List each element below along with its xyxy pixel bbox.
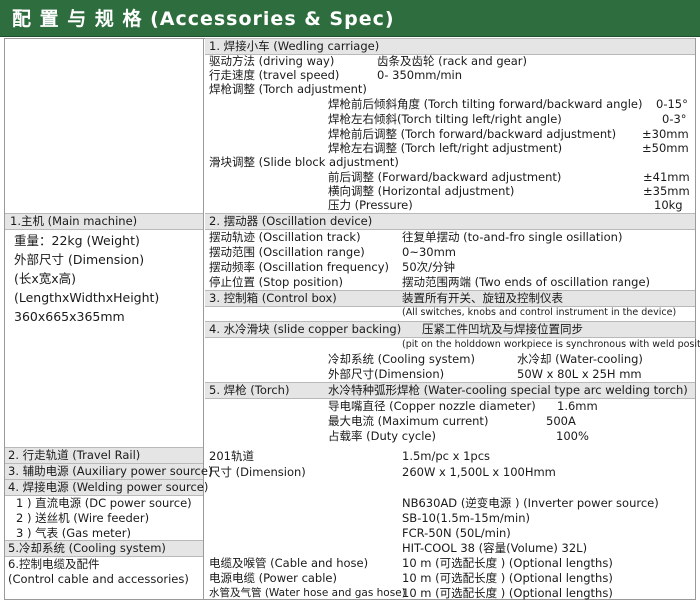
pressure-label: 压力 (Pressure) <box>328 198 413 212</box>
copper-desc-en: (pit on the holddown workpiece is synchr… <box>402 339 700 350</box>
power-cable-value: 10 m (可选配长度 ) (Optional lengths) <box>402 571 613 585</box>
torch-nozzle-value: 1.6mm <box>557 399 598 413</box>
slide-h-value: ±35mm <box>643 184 690 198</box>
adjust-lr-label: 焊枪左右调整 (Torch left/right adjustment) <box>328 141 563 155</box>
adjust-fb-value: ±30mm <box>642 127 689 141</box>
travel-speed-label: 行走速度 (travel speed) <box>209 68 340 82</box>
dc-power-item: 1 ) 直流电源 (DC power source) <box>16 496 192 510</box>
column-divider <box>203 38 204 600</box>
copper-dimension-label: 外部尺寸(Dimension) <box>328 367 445 381</box>
dimension-en: (LengthxWidthxHeight) <box>14 290 160 305</box>
power-cable-label: 电源电缆 (Power cable) <box>209 571 337 585</box>
gas-meter-item: 3 ) 气表 (Gas meter) <box>16 526 131 540</box>
dimension-value: 360x665x365mm <box>14 309 125 324</box>
control-cable-heading-en: (Control cable and accessories) <box>8 572 189 586</box>
cable-hose-label: 电缆及喉管 (Cable and hose) <box>209 556 369 570</box>
tilt-lr-label: 焊枪左右倾斜(Torch tilting left/right angle) <box>328 112 562 126</box>
osc-stop-label: 停止位置 (Stop position) <box>209 275 343 289</box>
control-cable-heading-cn: 6.控制电缆及配件 <box>8 557 100 571</box>
torch-duty-value: 100% <box>556 429 589 443</box>
rail-qty: 1.5m/pc x 1pcs <box>402 449 491 463</box>
torch-desc: 水冷特种弧形焊枪 (Water-cooling special type arc… <box>328 383 688 397</box>
welding-power-heading: 4. 焊接电源 (Welding power source) <box>8 480 209 494</box>
torch-heading: 5. 焊枪 (Torch) <box>209 383 290 397</box>
torch-nozzle-label: 导电嘴直径 (Copper nozzle diameter) <box>328 399 536 413</box>
driving-way-label: 驱动方法 (driving way) <box>209 54 335 68</box>
torch-adjustment-label: 焊枪调整 (Torch adjustment) <box>209 82 367 96</box>
gas-meter-value: FCR-50N (50L/min) <box>402 526 511 540</box>
tilt-lr-value: 0-3° <box>662 112 687 126</box>
inverter-power-value: NB630AD (逆变电源 ) (Inverter power source) <box>402 496 659 510</box>
water-gas-hose-value: 10 m (可选配长度 ) (Optional lengths) <box>402 586 613 600</box>
cooling-system-heading: 5.冷却系统 (Cooling system) <box>8 541 166 555</box>
control-box-heading: 3. 控制箱 (Control box) <box>209 291 337 305</box>
pressure-value: 10kg <box>654 198 683 212</box>
osc-range-value: 0~30mm <box>402 245 456 259</box>
main-machine-heading: 1.主机 (Main machine) <box>10 214 138 228</box>
control-box-desc-cn: 装置所有开关、旋钮及控制仪表 <box>402 291 563 305</box>
dimension-label: 外部尺寸 (Dimension) <box>14 252 145 267</box>
wire-feeder-value: SB-10(1.5m-15m/min) <box>402 511 530 525</box>
dimension-cn: (长x宽x高) <box>14 271 77 286</box>
slide-h-label: 横向调整 (Horizontal adjustment) <box>328 184 515 198</box>
page-title: 配 置 与 规 格 (Accessories & Spec) <box>12 8 395 30</box>
adjust-fb-label: 焊枪前后调整 (Torch forward/backward adjustmen… <box>328 127 617 141</box>
carriage-heading: 1. 焊接小车 (Wedling carriage) <box>209 39 380 53</box>
tilt-fb-value: 0-15° <box>656 97 688 111</box>
copper-cooling-label: 冷却系统 (Cooling system) <box>328 352 475 366</box>
torch-duty-label: 占载率 (Duty cycle) <box>328 429 436 443</box>
copper-heading: 4. 水冷滑块 (slide copper backing) <box>209 322 402 336</box>
osc-stop-value: 摆动范围两端 (Two ends of oscillation range) <box>402 275 651 289</box>
adjust-lr-value: ±50mm <box>642 141 689 155</box>
tilt-fb-label: 焊枪前后倾斜角度 (Torch tilting forward/backward… <box>328 97 643 111</box>
slide-fb-value: ±41mm <box>643 170 690 184</box>
cable-hose-value: 10 m (可选配长度 ) (Optional lengths) <box>402 556 613 570</box>
osc-track-label: 摆动轨迹 (Oscillation track) <box>209 230 361 244</box>
cooling-unit-value: HIT-COOL 38 (容量(Volume) 32L) <box>402 541 588 555</box>
osc-range-label: 摆动范围 (Oscillation range) <box>209 245 365 259</box>
slide-block-label: 滑块调整 (Slide block adjustment) <box>209 155 399 169</box>
osc-frequency-value: 50次/分钟 <box>402 260 456 274</box>
copper-desc-cn: 压紧工件凹坑及与焊接位置同步 <box>422 322 583 336</box>
osc-track-value: 往复单摆动 (to-and-fro single osillation) <box>402 230 623 244</box>
torch-current-value: 500A <box>546 414 576 428</box>
rail-dimension-value: 260W x 1,500L x 100Hmm <box>402 465 556 479</box>
aux-power-heading: 3. 辅助电源 (Auxiliary power source) <box>8 464 213 478</box>
weight: 重量：22kg (Weight) <box>14 233 140 248</box>
osc-frequency-label: 摆动频率 (Oscillation frequency) <box>209 260 389 274</box>
oscillation-heading: 2. 摆动器 (Oscillation device) <box>209 214 373 228</box>
rail-model: 201轨道 <box>209 449 254 463</box>
rail-dimension-label: 尺寸 (Dimension) <box>209 465 306 479</box>
wire-feeder-item: 2 ) 送丝机 (Wire feeder) <box>16 511 150 525</box>
copper-cooling-value: 水冷却 (Water-cooling) <box>517 352 643 366</box>
water-gas-hose-label: 水管及气管 (Water hose and gas hose) <box>209 587 406 599</box>
driving-way-value: 齿条及齿轮 (rack and gear) <box>377 54 527 68</box>
header-bar: 配 置 与 规 格 (Accessories & Spec) <box>0 0 700 37</box>
travel-rail-heading: 2. 行走轨道 (Travel Rail) <box>8 448 141 462</box>
slide-fb-label: 前后调整 (Forward/backward adjustment) <box>328 170 562 184</box>
travel-speed-value: 0- 350mm/min <box>377 68 463 82</box>
copper-dimension-value: 50W x 80L x 25H mm <box>517 367 642 381</box>
control-box-desc-en: (All switches, knobs and control instrum… <box>402 307 677 318</box>
torch-current-label: 最大电流 (Maximum current) <box>328 414 489 428</box>
